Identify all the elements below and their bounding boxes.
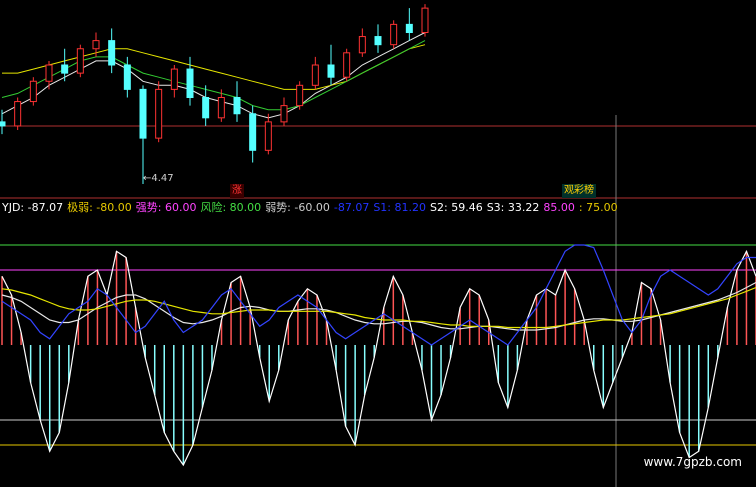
header-item: 极弱: -80.00 xyxy=(67,201,132,214)
watermark: www.7gpzb.com xyxy=(643,455,742,469)
low-price-label: ←4.47 xyxy=(143,173,174,184)
candle-body xyxy=(280,105,288,123)
candle-body xyxy=(139,88,147,139)
header-item: S3: 33.22 xyxy=(486,201,540,214)
candle-body xyxy=(76,48,84,74)
header-item: : 75.00 xyxy=(578,201,618,214)
header-item: YJD: -87.07 xyxy=(2,201,64,214)
candle-body xyxy=(29,80,37,103)
price-panel xyxy=(0,4,756,487)
candle-body xyxy=(186,68,194,98)
oscillator-line xyxy=(1,249,756,467)
chart-canvas xyxy=(0,4,756,487)
header-item: S2: 59.46 xyxy=(430,201,483,214)
header-item: S1: 81.20 xyxy=(373,201,427,214)
candle-body xyxy=(108,40,116,66)
candle-body xyxy=(170,68,178,90)
header-item: 弱势: -60.00 xyxy=(265,201,330,214)
candle-body xyxy=(311,64,319,86)
indicator-header: YJD: -87.07 极弱: -80.00 强势: 60.00 风险: 80.00 弱… xyxy=(2,200,622,216)
watch-badge: 观彩榜 xyxy=(562,184,596,198)
candle-body xyxy=(296,84,304,107)
candle-body xyxy=(155,88,163,139)
candle-body xyxy=(92,40,100,50)
rise-badge: 涨 xyxy=(230,184,244,198)
header-item: 85.00 xyxy=(543,201,575,214)
candle-body xyxy=(343,52,351,78)
header-item: 风险: 80.00 xyxy=(200,201,262,214)
candle-body xyxy=(327,64,335,78)
candle-body xyxy=(390,23,398,46)
candle-body xyxy=(249,113,257,151)
candle-body xyxy=(264,121,272,151)
candle-body xyxy=(45,64,53,82)
candle-body xyxy=(0,121,6,127)
header-item: 强势: 60.00 xyxy=(135,201,197,214)
candle-body xyxy=(233,97,241,115)
oscillator-line xyxy=(1,286,756,329)
oscillator-panel xyxy=(0,244,756,467)
candle-body xyxy=(374,36,382,46)
candle-body xyxy=(217,97,225,119)
candle-body xyxy=(405,23,413,33)
header-item: -87.07 xyxy=(333,201,370,214)
candle-body xyxy=(14,101,22,127)
candle-body xyxy=(61,64,69,74)
candle-body xyxy=(123,64,131,90)
candle-body xyxy=(202,97,210,119)
candle-body xyxy=(358,36,366,54)
candle-body xyxy=(421,7,429,33)
